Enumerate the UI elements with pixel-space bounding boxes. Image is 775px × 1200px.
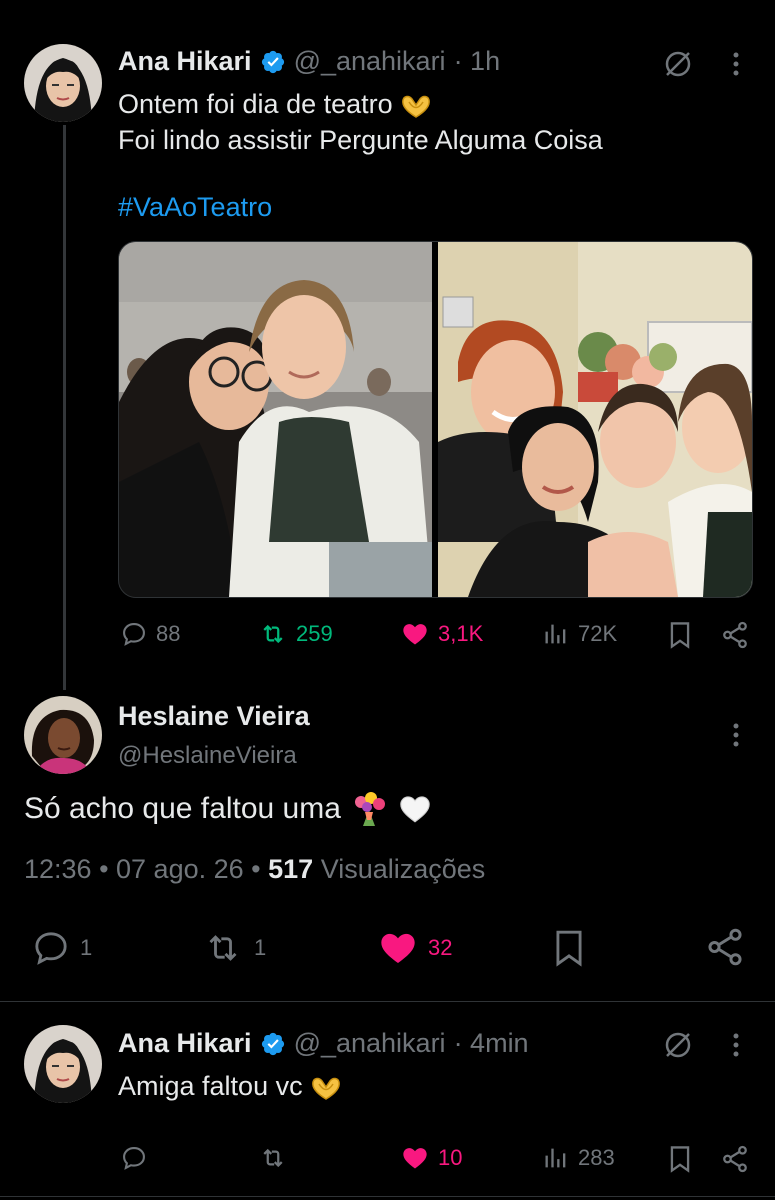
white-heart-emoji [397,792,433,826]
author-handle[interactable]: @_anahikari [294,46,446,77]
post-time[interactable]: · 4min [454,1028,529,1059]
like-count: 32 [428,935,453,960]
divider [0,1196,775,1197]
reply-icon [120,620,148,648]
like-icon [400,1144,430,1172]
post3-header: Ana Hikari @_anahikari · 4min [118,1028,529,1059]
post3-text-body: Amiga faltou vc [118,1071,303,1101]
more-icon[interactable] [724,1031,748,1059]
grok-icon[interactable] [662,1029,694,1061]
repost-button[interactable]: 259 [258,620,333,648]
views-label: Visualizações [320,854,486,884]
like-button[interactable]: 3,1K [400,620,483,648]
post1-text-line1: Ontem foi dia de teatro [118,89,393,119]
repost-button[interactable]: 1 [200,928,266,968]
post1-text: Ontem foi dia de teatro Foi lindo assist… [118,86,603,158]
avatar-ana-hikari[interactable] [24,1025,102,1103]
heart-hands-emoji [400,93,432,119]
bookmark-icon[interactable] [666,620,694,650]
reply-count: 1 [80,935,93,960]
reply-icon [30,928,72,968]
views-icon [542,1144,570,1172]
author-name[interactable]: Ana Hikari [118,1028,252,1059]
like-button[interactable]: 10 [400,1144,462,1172]
like-icon [376,928,420,968]
verified-badge-icon [260,1031,286,1057]
heart-hands-emoji [310,1075,342,1101]
like-button[interactable]: 32 [376,928,452,968]
post1-media[interactable] [118,241,753,598]
post2-meta: 12:36 • 07 ago. 26 • 517 Visualizações [24,854,485,885]
post1-text-line2: Foi lindo assistir Pergunte Alguma Coisa [118,125,603,155]
views-button[interactable]: 283 [542,1144,615,1172]
post-time[interactable]: · 1h [454,46,501,77]
author-handle[interactable]: @_anahikari [294,1028,446,1059]
like-count: 10 [438,1145,463,1170]
bookmark-icon[interactable] [666,1144,694,1174]
author-name[interactable]: Ana Hikari [118,46,252,77]
repost-count: 259 [296,621,333,646]
views-icon [542,620,570,648]
repost-count: 1 [254,935,267,960]
views-button[interactable]: 72K [542,620,617,648]
reply-icon [120,1144,148,1172]
avatar-ana-hikari[interactable] [24,44,102,122]
hashtag-link[interactable]: #VaAoTeatro [118,192,272,223]
share-icon[interactable] [720,1144,750,1174]
like-icon [400,620,430,648]
reply-button[interactable]: 1 [30,928,92,968]
divider [0,1001,775,1002]
reply-count: 88 [156,621,181,646]
author-handle[interactable]: @HeslaineVieira [118,742,297,770]
author-name[interactable]: Heslaine Vieira [118,701,310,732]
reply-button[interactable] [120,1144,148,1172]
share-icon[interactable] [704,926,746,968]
share-icon[interactable] [720,620,750,650]
reply-button[interactable]: 88 [120,620,180,648]
repost-icon [258,1144,288,1172]
views-count: 72K [578,621,618,646]
photo-1[interactable] [119,242,432,597]
like-count: 3,1K [438,621,484,646]
post1-header: Ana Hikari @_anahikari · 1h [118,46,500,77]
repost-button[interactable] [258,1144,288,1172]
post-timestamp[interactable]: 12:36 • 07 ago. 26 • [24,854,261,884]
verified-badge-icon [260,49,286,75]
more-icon[interactable] [724,721,748,749]
repost-icon [200,928,246,968]
post3-text: Amiga faltou vc [118,1068,342,1104]
bouquet-emoji [351,790,387,828]
post2-text: Só acho que faltou uma [24,790,433,828]
views-count: 517 [268,854,314,884]
thread-line [63,125,66,690]
avatar-heslaine-vieira[interactable] [24,696,102,774]
more-icon[interactable] [724,50,748,78]
repost-icon [258,620,288,648]
post2-text-body: Só acho que faltou uma [24,792,341,825]
photo-2[interactable] [438,242,752,597]
bookmark-icon[interactable] [550,926,588,970]
grok-icon[interactable] [662,48,694,80]
views-count: 283 [578,1145,615,1170]
